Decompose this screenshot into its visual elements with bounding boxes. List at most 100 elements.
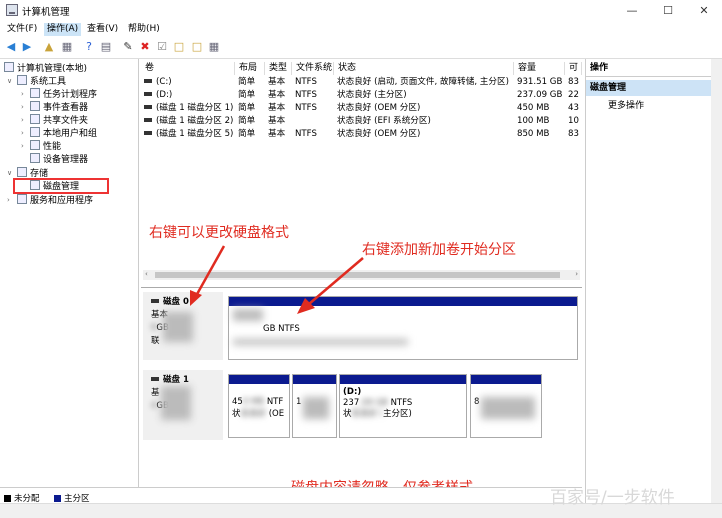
volume-icon [144,118,152,122]
menu-file[interactable]: 文件(F) [4,23,40,36]
tree-item-shared-folders[interactable]: 共享文件夹 [30,114,88,127]
actions-section-disk-management[interactable]: 磁盘管理▲ [586,80,722,96]
menu-help[interactable]: 帮助(H) [125,23,163,36]
selection-highlight [13,178,109,194]
tree-item-root[interactable]: 计算机管理(本地) [4,62,87,75]
disk1-partition-3[interactable]: (D:) 237.09 GB NTFS 状态良好 (主分区) [339,374,467,438]
table-cell-type: 基本 [268,129,286,139]
table-cell-free: 43 [568,103,579,113]
connect-icon[interactable]: ✎ [121,40,135,54]
table-cell-vol: (磁盘 1 磁盘分区 2) [141,115,235,128]
disk1-partition-4[interactable]: 8 [470,374,542,438]
column-header-type[interactable]: 类型 [265,62,292,75]
table-cell-layout: 简单 [238,90,256,100]
toolbar: ◀ ▶ ▲ ▦ ? ▤ ✎ ✖ ☑ □ □ ▦ [0,37,722,59]
search-folder-icon[interactable]: □ [190,40,204,54]
properties-icon[interactable]: ▤ [99,40,113,54]
back-icon[interactable]: ◀ [4,40,18,54]
disk1-partition-1[interactable]: 450 MB NTF 状态良好 (OE [228,374,290,438]
column-header-free[interactable]: 可 [565,62,582,75]
check-icon[interactable]: ☑ [155,40,169,54]
device-manager-icon [30,153,40,163]
tree-item-local-users[interactable]: 本地用户和组 [30,127,97,140]
table-cell-status: 状态良好 (OEM 分区) [337,103,421,113]
expand-chevron-icon[interactable]: › [21,116,29,124]
table-cell-fs: NTFS [295,129,317,139]
menu-action[interactable]: 操作(A) [44,23,82,36]
tree-item-task-scheduler[interactable]: 任务计划程序 [30,88,97,101]
close-button[interactable]: ✕ [686,0,722,21]
menu-bar: 文件(F) 操作(A) 查看(V) 帮助(H) [0,21,722,37]
primary-swatch [54,495,61,502]
annotation-arrow-left [190,245,226,306]
table-cell-layout: 简单 [238,103,256,113]
show-hide-tree-icon[interactable]: ▦ [60,40,74,54]
window-title: 计算机管理 [22,7,70,18]
tree-item-event-viewer[interactable]: 事件查看器 [30,101,88,114]
table-cell-layout: 简单 [238,77,256,87]
watermark: 百家号/一步软件 [550,488,675,508]
shared-folder-icon [30,114,40,124]
computer-icon [4,62,14,72]
vertical-scrollbar[interactable] [711,59,722,503]
annotation-change-format: 右键可以更改硬盘格式 [149,225,289,241]
table-cell-free: 83 [568,129,579,139]
delete-icon[interactable]: ✖ [138,40,152,54]
computer-management-icon [6,4,18,16]
table-row[interactable]: (磁盘 1 磁盘分区 1) 简单 基本 NTFS 状态良好 (OEM 分区) 450 MB… [141,102,582,115]
services-icon [17,194,27,204]
tree-item-services-apps[interactable]: 服务和应用程序 [17,194,93,207]
clock-icon [30,88,40,98]
forward-icon[interactable]: ▶ [20,40,34,54]
table-cell-cap: 850 MB [517,129,550,139]
minimize-button[interactable]: — [614,0,650,21]
table-row[interactable]: (磁盘 1 磁盘分区 2) 简单 基本 状态良好 (EFI 系统分区) 100 MB 10 [141,115,582,128]
tree-item-device-manager[interactable]: 设备管理器 [30,153,88,166]
column-header-volume[interactable]: 卷 [141,62,235,75]
column-header-capacity[interactable]: 容量 [514,62,565,75]
menu-view[interactable]: 查看(V) [84,23,121,36]
expand-chevron-icon[interactable]: › [21,142,29,150]
table-row[interactable]: (D:) 简单 基本 NTFS 状态良好 (主分区) 237.09 GB 22 [141,89,582,102]
maximize-button[interactable]: ☐ [650,0,686,21]
table-row[interactable]: (磁盘 1 磁盘分区 5) 简单 基本 NTFS 状态良好 (OEM 分区) 850 MB… [141,128,582,141]
up-folder-icon[interactable]: ▲ [42,40,56,54]
table-cell-status: 状态良好 (EFI 系统分区) [337,116,431,126]
table-cell-free: 22 [568,90,579,100]
help-icon[interactable]: ? [82,40,96,54]
expand-chevron-icon[interactable]: › [21,103,29,111]
actions-panel: 操作 磁盘管理▲ 更多操作▶ [585,59,722,503]
table-cell-vol: (C:) [141,76,235,89]
disk0-partition[interactable]: GB NTFS [228,296,578,360]
navigation-tree: 计算机管理(本地) ∨ 系统工具 › 任务计划程序 › 事件查看器 › 共享文件… [0,59,139,503]
open-folder-icon[interactable]: □ [172,40,186,54]
volume-icon [144,105,152,109]
tree-item-performance[interactable]: 性能 [30,140,61,153]
view-icon[interactable]: ▦ [207,40,221,54]
disk1-partition-2[interactable]: 1 [292,374,337,438]
column-header-filesystem[interactable]: 文件系统 [292,62,334,75]
tree-item-system-tools[interactable]: 系统工具 [17,75,66,88]
table-cell-layout: 简单 [238,116,256,126]
table-cell-cap: 100 MB [517,116,550,126]
collapse-chevron-icon[interactable]: ∨ [7,77,15,85]
annotation-arrow-right [297,257,364,314]
table-cell-fs [292,115,334,128]
expand-chevron-icon[interactable]: › [21,129,29,137]
title-bar: 计算机管理 — ☐ ✕ [0,0,722,21]
annotation-new-volume: 右键添加新加卷开始分区 [362,242,516,258]
column-header-status[interactable]: 状态 [334,62,514,75]
table-cell-status: 状态良好 (OEM 分区) [337,129,421,139]
expand-chevron-icon[interactable]: › [7,196,15,204]
more-actions[interactable]: 更多操作▶ [608,98,718,111]
scroll-left-icon[interactable]: ‹ [145,270,148,278]
column-header-layout[interactable]: 布局 [235,62,265,75]
expand-chevron-icon[interactable]: › [21,90,29,98]
scroll-right-icon[interactable]: › [575,270,578,278]
table-cell-type: 基本 [268,116,286,126]
volume-icon [144,79,152,83]
collapse-chevron-icon[interactable]: ∨ [7,169,15,177]
storage-icon [17,167,27,177]
table-cell-fs: NTFS [295,90,317,100]
table-row[interactable]: (C:) 简单 基本 NTFS 状态良好 (启动, 页面文件, 故障转储, 主分区) 93… [141,76,582,89]
